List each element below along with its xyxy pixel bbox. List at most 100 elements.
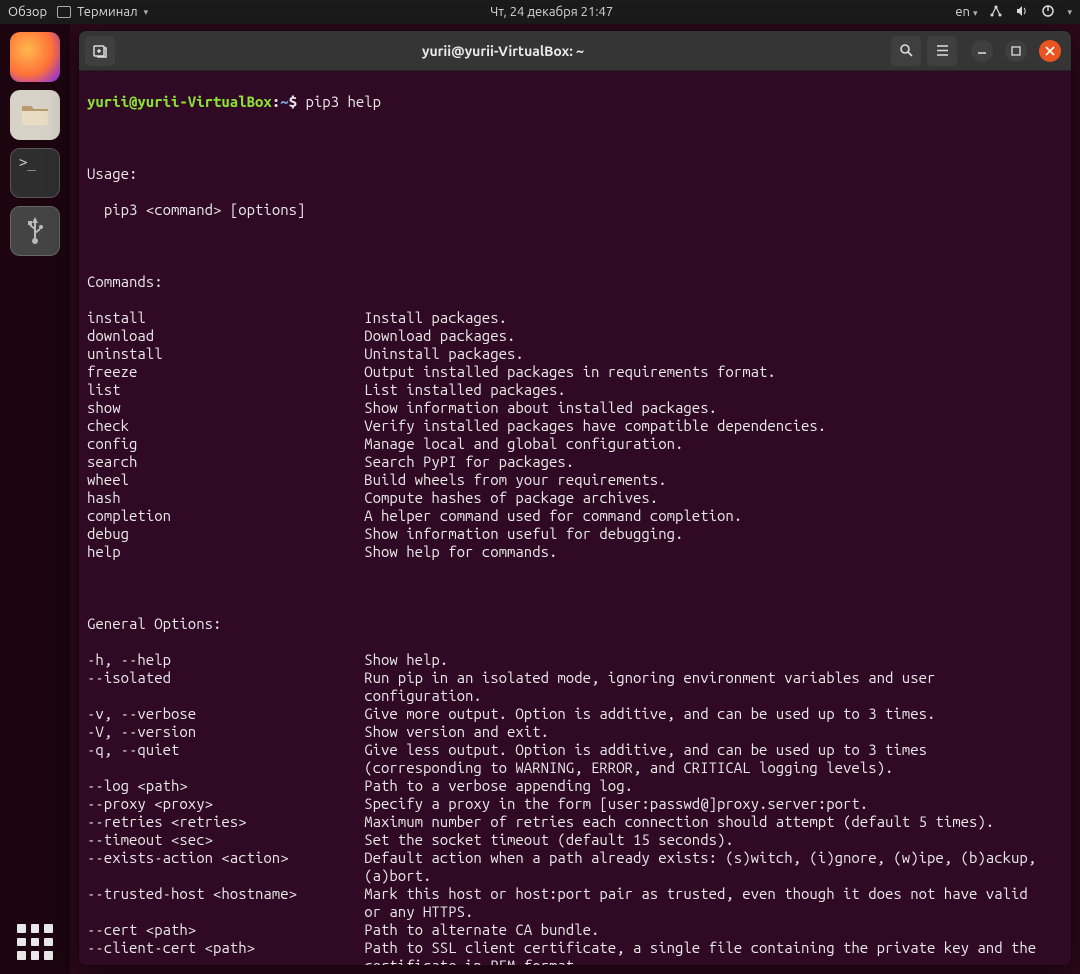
command-name: search <box>87 453 364 471</box>
option-desc: Specify a proxy in the form [user:passwd… <box>364 795 868 813</box>
terminal-window: yurii@yurii-VirtualBox: ~ yurii@yurii-Vi… <box>78 30 1072 966</box>
command-desc: Show information about installed package… <box>364 399 717 417</box>
command-name: check <box>87 417 364 435</box>
prompt-user-host: yurii@yurii-VirtualBox <box>87 93 272 110</box>
commands-header: Commands: <box>87 273 1063 291</box>
command-desc: Search PyPI for packages. <box>364 453 574 471</box>
option-name: -v, --verbose <box>87 705 364 723</box>
command-row: freezeOutput installed packages in requi… <box>87 363 1063 381</box>
option-desc: Path to SSL client certificate, a single… <box>364 939 1046 965</box>
option-desc: Show help. <box>364 651 448 669</box>
option-name: --timeout <sec> <box>87 831 364 849</box>
terminal-small-icon <box>57 6 71 18</box>
window-minimize-button[interactable] <box>971 40 993 62</box>
options-list: -h, --helpShow help. --isolatedRun pip i… <box>87 651 1063 965</box>
option-name: --isolated <box>87 669 364 687</box>
command-name: install <box>87 309 364 327</box>
option-name: --exists-action <action> <box>87 849 364 867</box>
volume-icon[interactable] <box>1015 4 1029 21</box>
command-name: uninstall <box>87 345 364 363</box>
option-desc: Default action when a path already exist… <box>364 849 1046 885</box>
network-icon[interactable] <box>989 4 1003 21</box>
command-desc: Download packages. <box>364 327 515 345</box>
command-desc: Compute hashes of package archives. <box>364 489 658 507</box>
command-name: show <box>87 399 364 417</box>
show-applications-button[interactable] <box>17 924 53 960</box>
option-name: --cert <path> <box>87 921 364 939</box>
power-icon[interactable] <box>1041 4 1055 21</box>
command-name: wheel <box>87 471 364 489</box>
dock-item-usb[interactable] <box>10 206 60 256</box>
command-desc: Show information useful for debugging. <box>364 525 683 543</box>
option-desc: Show version and exit. <box>364 723 549 741</box>
activities-button[interactable]: Обзор <box>8 5 47 19</box>
option-name: --log <path> <box>87 777 364 795</box>
command-row: wheelBuild wheels from your requirements… <box>87 471 1063 489</box>
command-desc: List installed packages. <box>364 381 566 399</box>
command-row: checkVerify installed packages have comp… <box>87 417 1063 435</box>
option-desc: Path to alternate CA bundle. <box>364 921 599 939</box>
command-row: installInstall packages. <box>87 309 1063 327</box>
command-name: hash <box>87 489 364 507</box>
app-menu[interactable]: Терминал ▾ <box>57 5 148 19</box>
option-row: --trusted-host <hostname>Mark this host … <box>87 885 1063 921</box>
window-maximize-button[interactable] <box>1005 40 1027 62</box>
command-desc: Manage local and global configuration. <box>364 435 683 453</box>
option-name: --trusted-host <hostname> <box>87 885 364 903</box>
option-desc: Maximum number of retries each connectio… <box>364 813 994 831</box>
command-name: help <box>87 543 364 561</box>
system-menu-chevron-icon[interactable]: ▾ <box>1067 7 1072 18</box>
option-name: --client-cert <path> <box>87 939 364 957</box>
window-titlebar[interactable]: yurii@yurii-VirtualBox: ~ <box>79 31 1071 71</box>
option-row: --client-cert <path>Path to SSL client c… <box>87 939 1063 965</box>
command-row: showShow information about installed pac… <box>87 399 1063 417</box>
option-name: --proxy <proxy> <box>87 795 364 813</box>
command-name: freeze <box>87 363 364 381</box>
command-desc: Verify installed packages have compatibl… <box>364 417 826 435</box>
command-name: list <box>87 381 364 399</box>
command-row: debugShow information useful for debuggi… <box>87 525 1063 543</box>
prompt-path: ~ <box>280 93 288 110</box>
command-desc: A helper command used for command comple… <box>364 507 742 525</box>
dock-item-files[interactable] <box>10 90 60 140</box>
command-row: hashCompute hashes of package archives. <box>87 489 1063 507</box>
command-row: configManage local and global configurat… <box>87 435 1063 453</box>
app-menu-label: Терминал <box>77 5 137 19</box>
command-name: download <box>87 327 364 345</box>
command-name: debug <box>87 525 364 543</box>
hamburger-menu-button[interactable] <box>927 36 957 66</box>
option-desc: Set the socket timeout (default 15 secon… <box>364 831 734 849</box>
option-name: -V, --version <box>87 723 364 741</box>
dock-item-terminal[interactable] <box>10 148 60 198</box>
option-row: -V, --versionShow version and exit. <box>87 723 1063 741</box>
gnome-top-panel: Обзор Терминал ▾ Чт, 24 декабря 21:47 en… <box>0 0 1080 24</box>
option-row: -q, --quietGive less output. Option is a… <box>87 741 1063 777</box>
option-row: --retries <retries>Maximum number of ret… <box>87 813 1063 831</box>
search-button[interactable] <box>891 36 921 66</box>
option-row: --exists-action <action>Default action w… <box>87 849 1063 885</box>
command-row: helpShow help for commands. <box>87 543 1063 561</box>
option-desc: Mark this host or host:port pair as trus… <box>364 885 1046 921</box>
command-row: completionA helper command used for comm… <box>87 507 1063 525</box>
option-row: -h, --helpShow help. <box>87 651 1063 669</box>
command-desc: Output installed packages in requirement… <box>364 363 776 381</box>
dock <box>0 24 70 974</box>
chevron-down-icon: ▾ <box>144 7 149 18</box>
option-desc: Give more output. Option is additive, an… <box>364 705 935 723</box>
option-desc: Path to a verbose appending log. <box>364 777 633 795</box>
option-desc: Give less output. Option is additive, an… <box>364 741 1046 777</box>
clock[interactable]: Чт, 24 декабря 21:47 <box>148 5 955 19</box>
keyboard-layout-indicator[interactable]: en ▾ <box>955 5 977 19</box>
option-row: --isolatedRun pip in an isolated mode, i… <box>87 669 1063 705</box>
terminal-body[interactable]: yurii@yurii-VirtualBox:~$ pip3 help Usag… <box>79 71 1071 965</box>
command-desc: Uninstall packages. <box>364 345 524 363</box>
window-title: yurii@yurii-VirtualBox: ~ <box>422 43 584 59</box>
command-name: completion <box>87 507 364 525</box>
command-desc: Show help for commands. <box>364 543 557 561</box>
command-desc: Install packages. <box>364 309 507 327</box>
dock-item-firefox[interactable] <box>10 32 60 82</box>
window-close-button[interactable] <box>1039 40 1061 62</box>
prompt-symbol: $ <box>289 93 297 110</box>
option-desc: Run pip in an isolated mode, ignoring en… <box>364 669 1046 705</box>
new-tab-button[interactable] <box>85 36 115 66</box>
